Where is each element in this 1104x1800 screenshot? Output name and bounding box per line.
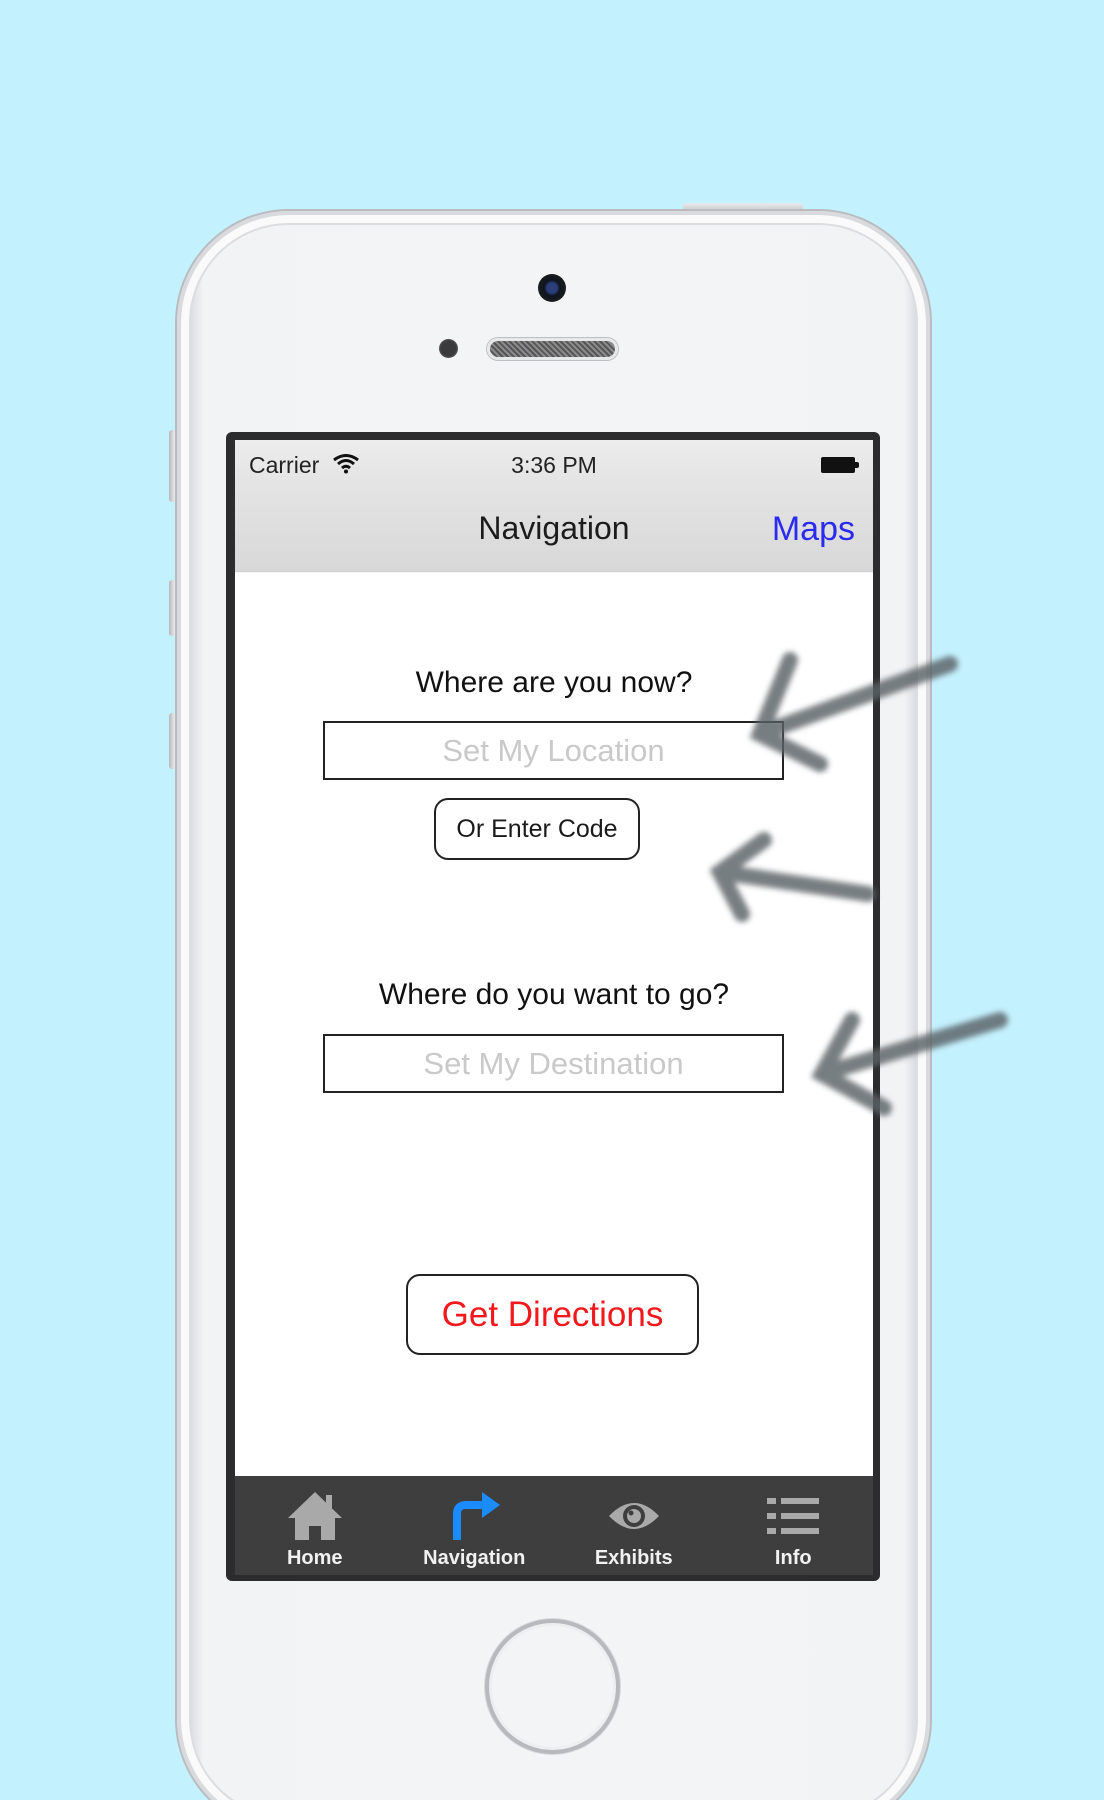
enter-code-button[interactable]: Or Enter Code bbox=[434, 798, 640, 860]
location-input[interactable] bbox=[323, 721, 784, 780]
tab-navigation[interactable]: Navigation bbox=[395, 1476, 555, 1575]
maps-button[interactable]: Maps bbox=[772, 510, 855, 549]
phone-screen: Carrier 3:36 PM Navigation Maps Where ar… bbox=[226, 432, 880, 1581]
navigation-form: Where are you now? Or Enter Code Where d… bbox=[235, 573, 873, 1476]
tab-label-exhibits: Exhibits bbox=[594, 1547, 673, 1569]
tab-label-info: Info bbox=[774, 1547, 812, 1569]
origin-question-label: Where are you now? bbox=[415, 666, 693, 699]
tab-info[interactable]: Info bbox=[714, 1476, 874, 1575]
destination-input[interactable] bbox=[323, 1034, 784, 1093]
tab-label-navigation: Navigation bbox=[423, 1547, 526, 1569]
get-directions-button[interactable]: Get Directions bbox=[406, 1274, 699, 1355]
tab-exhibits[interactable]: Exhibits bbox=[554, 1476, 714, 1575]
tab-bar: Home Navigation Exhibits Info bbox=[235, 1476, 873, 1575]
destination-question-label: Where do you want to go? bbox=[378, 978, 730, 1011]
list-icon bbox=[763, 1488, 823, 1544]
status-bar: Carrier 3:36 PM bbox=[235, 440, 873, 484]
app-display: Carrier 3:36 PM Navigation Maps Where ar… bbox=[235, 440, 873, 1575]
tab-label-home: Home bbox=[286, 1547, 343, 1569]
status-time: 3:36 PM bbox=[511, 452, 597, 478]
tab-home[interactable]: Home bbox=[235, 1476, 395, 1575]
proximity-sensor bbox=[439, 339, 458, 358]
turn-right-arrow-icon bbox=[444, 1488, 504, 1544]
home-hardware-button[interactable] bbox=[485, 1619, 620, 1754]
earpiece-speaker bbox=[487, 338, 618, 360]
eye-icon bbox=[604, 1488, 664, 1544]
front-camera bbox=[538, 274, 566, 302]
mockup-canvas: Carrier 3:36 PM Navigation Maps Where ar… bbox=[0, 0, 1104, 1800]
home-icon bbox=[285, 1488, 345, 1544]
navigation-bar: Navigation Maps bbox=[235, 484, 873, 572]
battery-full-icon bbox=[821, 457, 859, 473]
